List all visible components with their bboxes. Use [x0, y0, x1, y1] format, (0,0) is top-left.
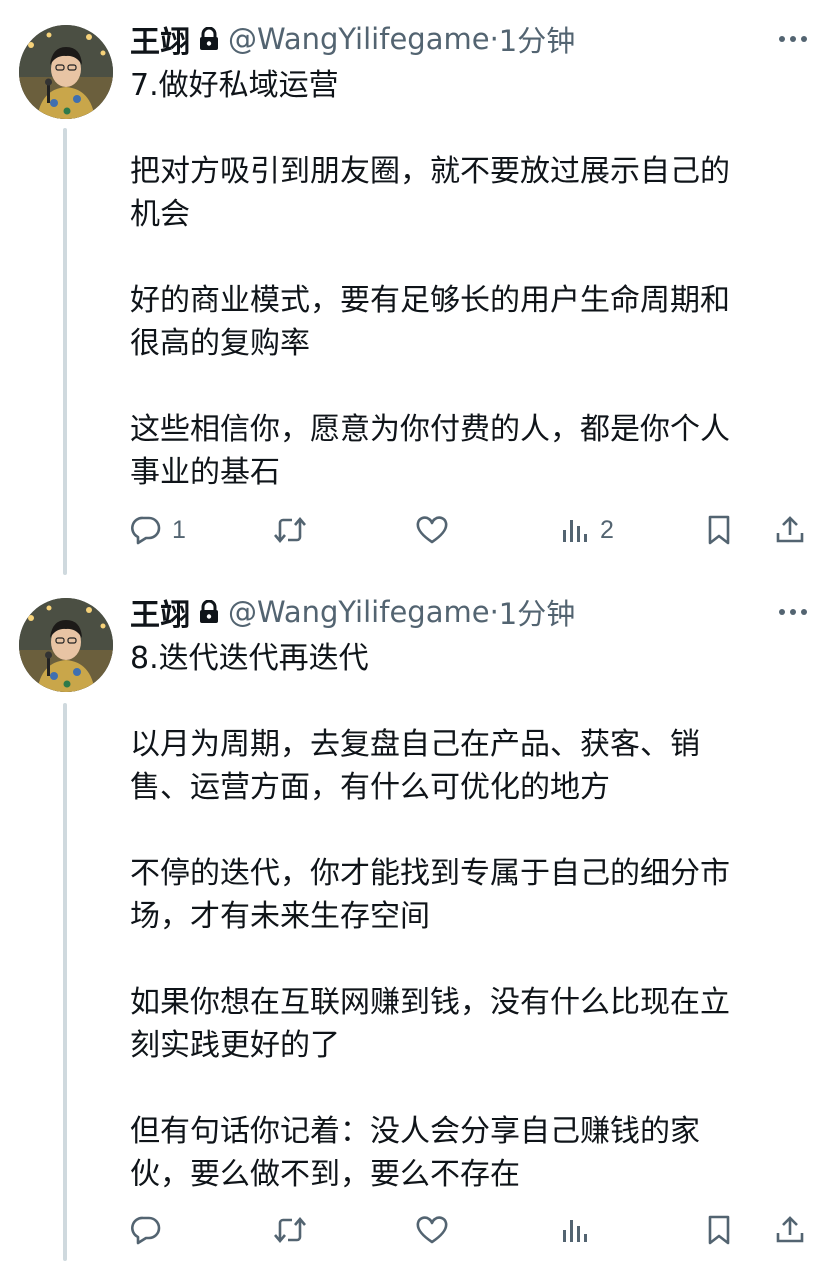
share-icon [774, 1214, 806, 1246]
timestamp[interactable]: 1分钟 [499, 591, 575, 633]
bookmark-icon [705, 514, 733, 546]
lock-icon [198, 600, 220, 624]
share-button[interactable] [774, 1205, 806, 1255]
bookmark-icon [705, 1214, 733, 1246]
tweet-paragraph: 把对方吸引到朋友圈，就不要放过展示自己的 机会 [130, 154, 730, 232]
tweet-header: 王翊 @WangYilifegame · 1分钟 [130, 590, 575, 634]
lock-icon [198, 27, 220, 51]
retweet-icon [272, 514, 308, 546]
tweet-text: 8.迭代迭代再迭代 以月为周期，去复盘自己在产品、获客、销 售、运营方面，有什么可… [130, 637, 800, 1196]
avatar[interactable] [19, 25, 113, 119]
like-icon [415, 1214, 449, 1246]
retweet-icon [272, 1214, 308, 1246]
reply-icon [130, 1214, 162, 1246]
author-handle[interactable]: @WangYilifegame [228, 595, 490, 629]
like-button[interactable] [415, 1205, 449, 1255]
tweet-paragraph: 如果你想在互联网赚到钱，没有什么比现在立 刻实践更好的了 [130, 985, 730, 1063]
views-icon [560, 1214, 590, 1246]
timestamp[interactable]: 1分钟 [499, 18, 575, 60]
views-button[interactable] [560, 1205, 600, 1255]
tweet-2[interactable]: 王翊 @WangYilifegame · 1分钟 8.迭代迭代再迭代 以月为周期… [0, 575, 828, 1261]
more-icon[interactable] [778, 592, 808, 632]
retweet-button[interactable] [272, 505, 308, 555]
author-name[interactable]: 王翊 [130, 590, 190, 634]
reply-button[interactable]: 1 [130, 505, 186, 555]
author-name[interactable]: 王翊 [130, 17, 190, 61]
share-button[interactable] [774, 505, 806, 555]
tweet-paragraph: 好的商业模式，要有足够长的用户生命周期和 很高的复购率 [130, 283, 730, 361]
separator: · [489, 22, 499, 56]
reply-icon [130, 514, 162, 546]
share-icon [774, 514, 806, 546]
tweet-text: 7.做好私域运营 把对方吸引到朋友圈，就不要放过展示自己的 机会 好的商业模式，要… [130, 64, 800, 494]
action-bar: 1 2 [0, 505, 828, 555]
bookmark-button[interactable] [705, 1205, 733, 1255]
tweet-paragraph: 8.迭代迭代再迭代 [130, 641, 369, 676]
thread-line [63, 703, 67, 1261]
reply-count: 1 [172, 515, 186, 544]
author-handle[interactable]: @WangYilifegame [228, 22, 490, 56]
tweet-paragraph: 这些相信你，愿意为你付费的人，都是你个人 事业的基石 [130, 412, 730, 490]
like-button[interactable] [415, 505, 449, 555]
tweet-header: 王翊 @WangYilifegame · 1分钟 [130, 17, 575, 61]
tweet-paragraph: 但有句话你记着：没人会分享自己赚钱的家 伙，要么做不到，要么不存在 [130, 1114, 700, 1192]
separator: · [489, 595, 499, 629]
retweet-button[interactable] [272, 1205, 308, 1255]
avatar[interactable] [19, 598, 113, 692]
bookmark-button[interactable] [705, 505, 733, 555]
tweet-paragraph: 不停的迭代，你才能找到专属于自己的细分市 场，才有未来生存空间 [130, 856, 730, 934]
tweet-paragraph: 以月为周期，去复盘自己在产品、获客、销 售、运营方面，有什么可优化的地方 [130, 727, 700, 805]
views-icon [560, 514, 590, 546]
views-count: 2 [600, 515, 614, 544]
like-icon [415, 514, 449, 546]
tweet-1[interactable]: 王翊 @WangYilifegame · 1分钟 7.做好私域运营 把对方吸引到… [0, 0, 828, 575]
tweet-paragraph: 7.做好私域运营 [130, 68, 339, 103]
more-icon[interactable] [778, 19, 808, 59]
views-button[interactable]: 2 [560, 505, 614, 555]
action-bar [0, 1205, 828, 1255]
reply-button[interactable] [130, 1205, 172, 1255]
